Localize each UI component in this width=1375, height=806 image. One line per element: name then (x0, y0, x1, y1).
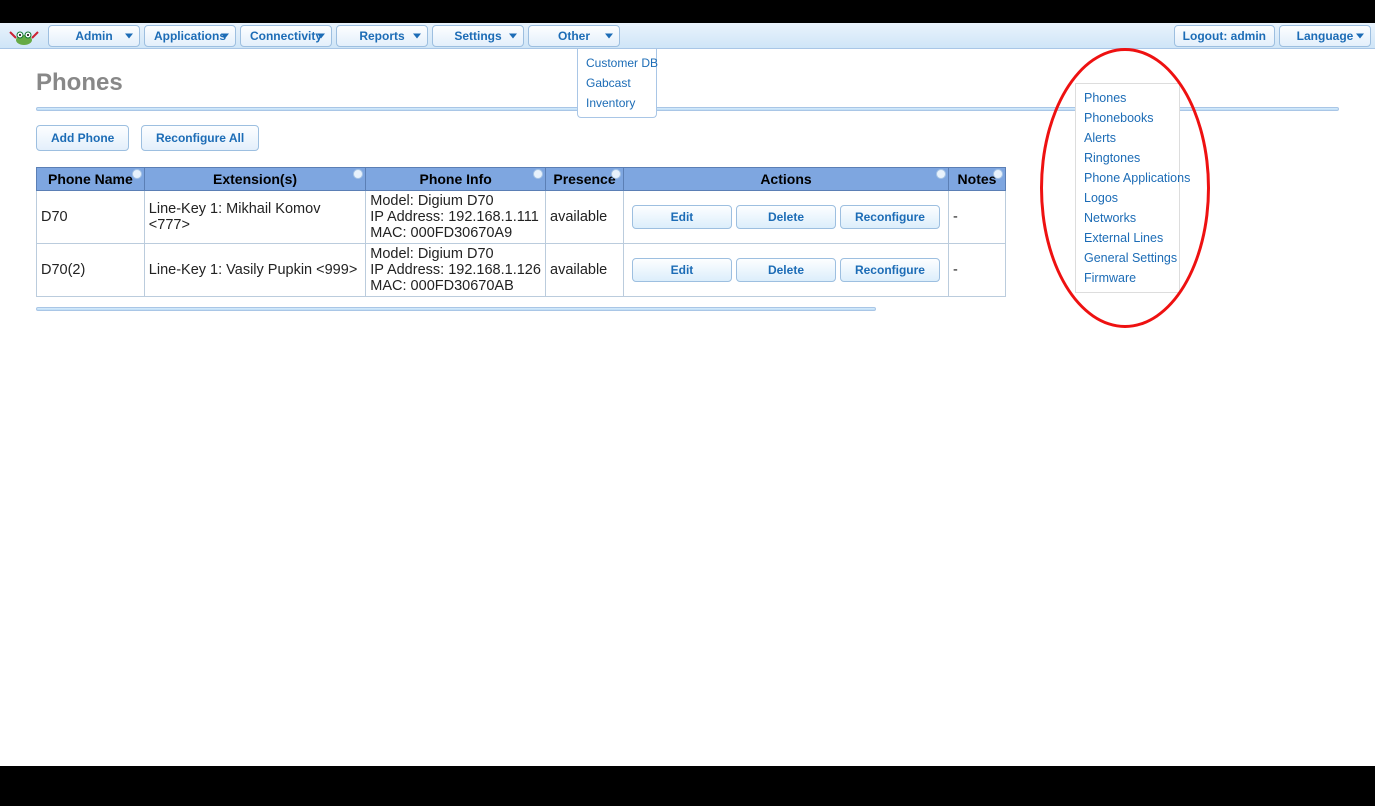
divider (36, 307, 876, 311)
chevron-down-icon (605, 33, 613, 38)
cell-extensions: Line-Key 1: Vasily Pupkin <999> (144, 244, 366, 297)
side-item-networks[interactable]: Networks (1076, 208, 1179, 228)
delete-button[interactable]: Delete (736, 258, 836, 282)
dropdown-item-gabcast[interactable]: Gabcast (578, 73, 656, 93)
sort-icon (611, 169, 621, 179)
table-row: D70Line-Key 1: Mikhail Komov <777>Model:… (37, 191, 1006, 244)
sort-icon (353, 169, 363, 179)
edit-button[interactable]: Edit (632, 205, 732, 229)
nav-connectivity[interactable]: Connectivity (240, 25, 332, 47)
col-notes[interactable]: Notes (948, 168, 1005, 191)
cell-notes: - (948, 244, 1005, 297)
nav-label: Settings (454, 29, 501, 43)
chevron-down-icon (509, 33, 517, 38)
col-label: Notes (958, 171, 997, 187)
cell-presence: available (546, 191, 624, 244)
side-item-phones[interactable]: Phones (1076, 88, 1179, 108)
side-item-general-settings[interactable]: General Settings (1076, 248, 1179, 268)
cell-phone-name: D70(2) (37, 244, 145, 297)
side-item-external-lines[interactable]: External Lines (1076, 228, 1179, 248)
col-actions[interactable]: Actions (624, 168, 949, 191)
app-logo (4, 25, 44, 47)
nav-label: Reports (359, 29, 404, 43)
sort-icon (132, 169, 142, 179)
side-item-logos[interactable]: Logos (1076, 188, 1179, 208)
reconfigure-button[interactable]: Reconfigure (840, 205, 940, 229)
nav-label: Admin (75, 29, 112, 43)
col-extensions[interactable]: Extension(s) (144, 168, 366, 191)
nav-other[interactable]: Other (528, 25, 620, 47)
cell-extensions: Line-Key 1: Mikhail Komov <777> (144, 191, 366, 244)
col-label: Phone Info (419, 171, 491, 187)
side-item-phone-applications[interactable]: Phone Applications (1076, 168, 1179, 188)
add-phone-button[interactable]: Add Phone (36, 125, 129, 151)
chevron-down-icon (1356, 33, 1364, 38)
chevron-down-icon (413, 33, 421, 38)
sort-icon (936, 169, 946, 179)
side-item-alerts[interactable]: Alerts (1076, 128, 1179, 148)
cell-notes: - (948, 191, 1005, 244)
nav-settings[interactable]: Settings (432, 25, 524, 47)
nav-reports[interactable]: Reports (336, 25, 428, 47)
dropdown-other: Customer DB Gabcast Inventory (577, 49, 657, 118)
col-phone-info[interactable]: Phone Info (366, 168, 546, 191)
cell-actions: EditDeleteReconfigure (624, 244, 949, 297)
chevron-down-icon (125, 33, 133, 38)
cell-presence: available (546, 244, 624, 297)
nav-logout[interactable]: Logout: admin (1174, 25, 1275, 47)
nav-applications[interactable]: Applications (144, 25, 236, 47)
side-item-phonebooks[interactable]: Phonebooks (1076, 108, 1179, 128)
cell-phone-info: Model: Digium D70 IP Address: 192.168.1.… (366, 244, 546, 297)
col-label: Phone Name (48, 171, 133, 187)
top-navbar: Admin Applications Connectivity Reports … (0, 23, 1375, 49)
sort-icon (993, 169, 1003, 179)
cell-actions: EditDeleteReconfigure (624, 191, 949, 244)
edit-button[interactable]: Edit (632, 258, 732, 282)
nav-label: Other (558, 29, 590, 43)
cell-phone-name: D70 (37, 191, 145, 244)
side-item-firmware[interactable]: Firmware (1076, 268, 1179, 288)
table-row: D70(2)Line-Key 1: Vasily Pupkin <999>Mod… (37, 244, 1006, 297)
delete-button[interactable]: Delete (736, 205, 836, 229)
col-label: Presence (553, 171, 615, 187)
phones-table: Phone Name Extension(s) Phone Info Prese… (36, 167, 1006, 297)
reconfigure-all-button[interactable]: Reconfigure All (141, 125, 259, 151)
reconfigure-button[interactable]: Reconfigure (840, 258, 940, 282)
nav-label: Connectivity (250, 29, 322, 43)
side-item-ringtones[interactable]: Ringtones (1076, 148, 1179, 168)
dropdown-item-customer-db[interactable]: Customer DB (578, 53, 656, 73)
chevron-down-icon (221, 33, 229, 38)
side-panel: Phones Phonebooks Alerts Ringtones Phone… (1075, 83, 1180, 293)
col-label: Extension(s) (213, 171, 297, 187)
chevron-down-icon (317, 33, 325, 38)
nav-admin[interactable]: Admin (48, 25, 140, 47)
nav-label: Applications (154, 29, 226, 43)
nav-language[interactable]: Language (1279, 25, 1371, 47)
col-label: Actions (760, 171, 811, 187)
nav-label: Language (1297, 29, 1354, 43)
nav-label: Logout: admin (1183, 29, 1266, 43)
col-phone-name[interactable]: Phone Name (37, 168, 145, 191)
dropdown-item-inventory[interactable]: Inventory (578, 93, 656, 113)
col-presence[interactable]: Presence (546, 168, 624, 191)
cell-phone-info: Model: Digium D70 IP Address: 192.168.1.… (366, 191, 546, 244)
sort-icon (533, 169, 543, 179)
